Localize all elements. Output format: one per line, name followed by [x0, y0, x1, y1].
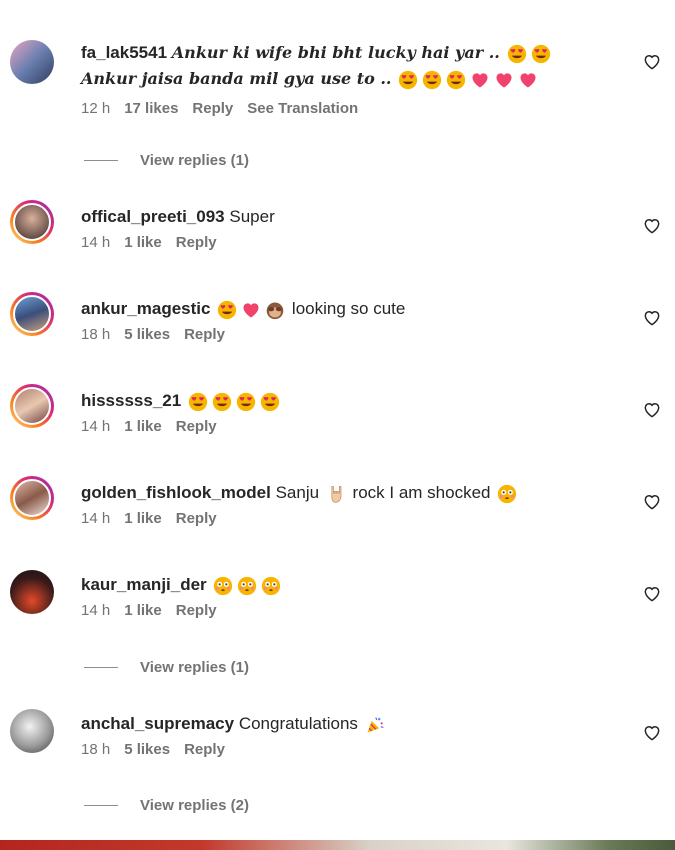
- pink-heart-emoji: [470, 70, 490, 90]
- pink-heart-emoji: [241, 300, 261, 320]
- flushed-face-emoji: [261, 576, 281, 596]
- avatar[interactable]: [10, 570, 54, 614]
- smiling-face-with-heart-eyes-emoji: [236, 392, 256, 412]
- view-replies-label: View replies (1): [140, 659, 249, 676]
- comment-text: Congratulations: [238, 714, 358, 733]
- comment-likes[interactable]: 1 like: [124, 234, 162, 251]
- next-post-image-strip: [0, 840, 675, 850]
- comment-time: 18 h: [81, 741, 111, 758]
- comment-likes[interactable]: 5 likes: [124, 741, 170, 758]
- avatar[interactable]: [10, 292, 54, 336]
- heart-outline-icon[interactable]: [641, 723, 663, 743]
- smiling-face-with-heart-eyes-emoji: [217, 300, 237, 320]
- rock-on-hand-emoji: [326, 484, 346, 504]
- smiling-face-with-heart-eyes-emoji: [531, 44, 551, 64]
- heart-outline-icon[interactable]: [641, 400, 663, 420]
- heart-outline-icon[interactable]: [641, 216, 663, 236]
- flushed-face-emoji: [497, 484, 517, 504]
- heart-outline-icon[interactable]: [641, 52, 663, 72]
- comment-time: 18 h: [81, 326, 111, 343]
- comment-username[interactable]: golden_fishlook_model: [81, 483, 271, 502]
- smiling-face-with-heart-eyes-emoji: [398, 70, 418, 90]
- smiling-face-with-heart-eyes-emoji: [212, 392, 232, 412]
- pink-heart-emoji: [518, 70, 538, 90]
- reply-button[interactable]: Reply: [176, 418, 217, 435]
- avatar[interactable]: [10, 476, 54, 520]
- avatar[interactable]: [10, 709, 54, 753]
- comment-text: Ankur ki wife bhi bht lucky hai yar ..: [171, 43, 500, 62]
- see-no-evil-monkey-emoji: [265, 300, 285, 320]
- comment-text: Sanju: [275, 483, 320, 502]
- view-replies-label: View replies (2): [140, 797, 249, 814]
- heart-outline-icon[interactable]: [641, 308, 663, 328]
- comment-likes[interactable]: 1 like: [124, 602, 162, 619]
- comment-username[interactable]: fa_lak5541: [81, 43, 167, 62]
- pink-heart-emoji: [494, 70, 514, 90]
- comment-username[interactable]: ankur_magestic: [81, 299, 210, 318]
- heart-outline-icon[interactable]: [641, 492, 663, 512]
- comment-username[interactable]: kaur_manji_der: [81, 575, 207, 594]
- comment-time: 14 h: [81, 234, 111, 251]
- divider: [84, 160, 118, 161]
- smiling-face-with-heart-eyes-emoji: [507, 44, 527, 64]
- flushed-face-emoji: [237, 576, 257, 596]
- comment-text-cont: rock I am shocked: [352, 483, 491, 502]
- comment-username[interactable]: anchal_supremacy: [81, 714, 234, 733]
- comment-likes[interactable]: 1 like: [124, 510, 162, 527]
- see-translation-button[interactable]: See Translation: [247, 100, 358, 117]
- comment-username[interactable]: offical_preeti_093: [81, 207, 225, 226]
- comment-time: 12 h: [81, 100, 111, 117]
- comment-text: Ankur jaisa banda mil gya use to ..: [81, 69, 392, 88]
- reply-button[interactable]: Reply: [176, 510, 217, 527]
- avatar[interactable]: [10, 200, 54, 244]
- smiling-face-with-heart-eyes-emoji: [446, 70, 466, 90]
- comment-text: Super: [229, 207, 275, 226]
- heart-outline-icon[interactable]: [641, 584, 663, 604]
- flushed-face-emoji: [213, 576, 233, 596]
- avatar[interactable]: [10, 384, 54, 428]
- divider: [84, 805, 118, 806]
- reply-button[interactable]: Reply: [176, 602, 217, 619]
- avatar[interactable]: [10, 40, 54, 84]
- smiling-face-with-heart-eyes-emoji: [188, 392, 208, 412]
- reply-button[interactable]: Reply: [176, 234, 217, 251]
- reply-button[interactable]: Reply: [184, 326, 225, 343]
- view-replies-button[interactable]: View replies (2): [84, 797, 249, 814]
- comment-username[interactable]: hissssss_21: [81, 391, 181, 410]
- comment-text: looking so cute: [291, 299, 406, 318]
- comment-time: 14 h: [81, 510, 111, 527]
- view-replies-button[interactable]: View replies (1): [84, 659, 249, 676]
- smiling-face-with-heart-eyes-emoji: [260, 392, 280, 412]
- comment-time: 14 h: [81, 418, 111, 435]
- reply-button[interactable]: Reply: [192, 100, 233, 117]
- reply-button[interactable]: Reply: [184, 741, 225, 758]
- comment-time: 14 h: [81, 602, 111, 619]
- view-replies-button[interactable]: View replies (1): [84, 152, 249, 169]
- comment-likes[interactable]: 5 likes: [124, 326, 170, 343]
- divider: [84, 667, 118, 668]
- smiling-face-with-heart-eyes-emoji: [422, 70, 442, 90]
- view-replies-label: View replies (1): [140, 152, 249, 169]
- comment-likes[interactable]: 17 likes: [124, 100, 178, 117]
- comment-likes[interactable]: 1 like: [124, 418, 162, 435]
- party-popper-emoji: [365, 715, 385, 735]
